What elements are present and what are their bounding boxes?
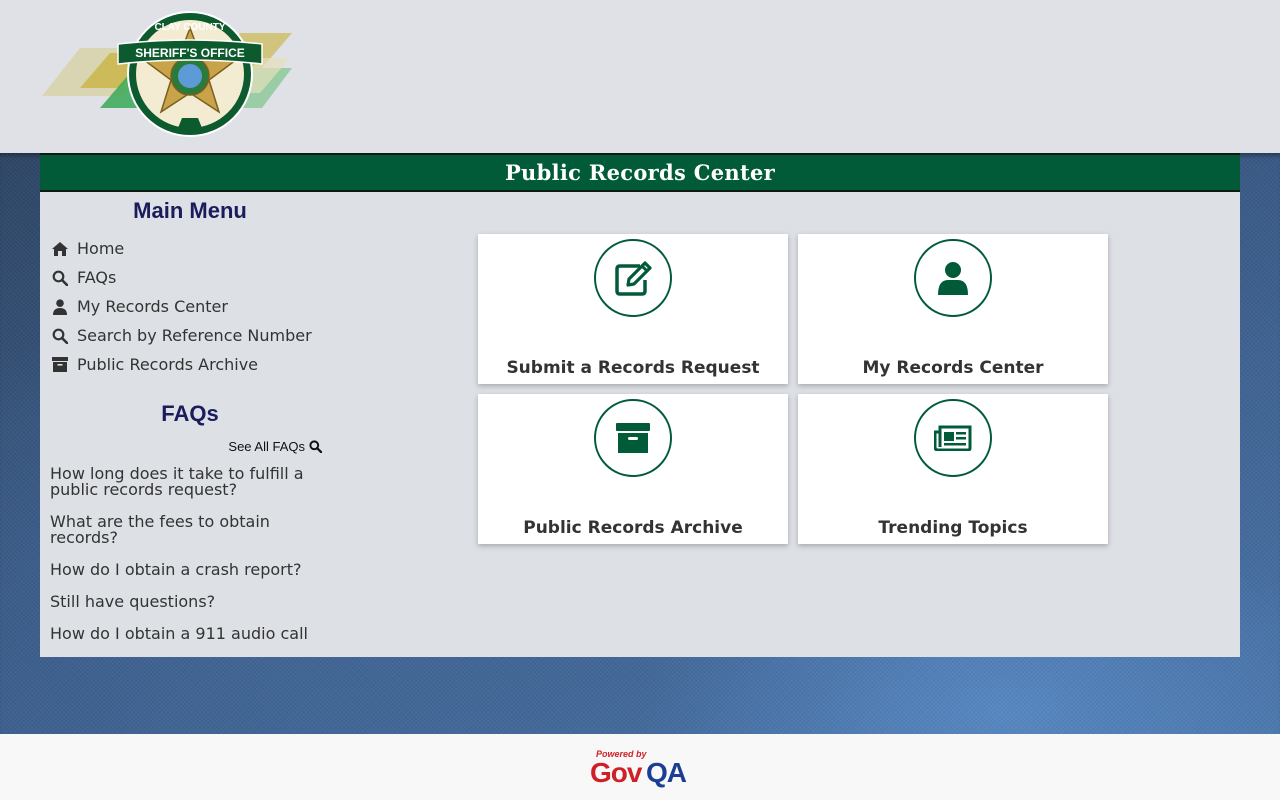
menu-item-faqs[interactable]: FAQs (50, 263, 340, 292)
header-band: SHERIFF'S OFFICE CLAY COUNTY (0, 0, 1280, 153)
edit-icon (615, 261, 652, 296)
user-icon (50, 297, 70, 317)
user-icon (938, 262, 968, 295)
page-title: Public Records Center (504, 160, 776, 185)
icon-circle (914, 399, 992, 477)
govqa-logo[interactable]: Powered by Gov QA (588, 748, 692, 788)
sidebar: Main Menu Home FAQs My Records Center Se… (50, 198, 340, 658)
logo-top-text: CLAY COUNTY (154, 22, 225, 33)
menu-item-my-records-center[interactable]: My Records Center (50, 292, 340, 321)
faq-item[interactable]: Still have questions? (50, 594, 330, 610)
archive-icon (616, 423, 650, 453)
menu-item-label: Search by Reference Number (77, 326, 312, 345)
title-bar: Public Records Center (40, 153, 1240, 192)
sheriff-badge-logo[interactable]: SHERIFF'S OFFICE CLAY COUNTY (40, 8, 300, 140)
faq-item[interactable]: How do I obtain a 911 audio call (50, 626, 330, 642)
icon-circle (594, 239, 672, 317)
faq-list: How long does it take to fulfill a publi… (50, 466, 330, 642)
faq-item[interactable]: How do I obtain a crash report? (50, 562, 330, 578)
see-all-faqs-label: See All FAQs (228, 439, 305, 454)
footer: Powered by Gov QA (0, 734, 1280, 800)
main-panel: Public Records Center Main Menu Home FAQ… (40, 153, 1240, 657)
card-label: My Records Center (862, 358, 1044, 378)
search-icon (50, 326, 70, 346)
main-menu: Home FAQs My Records Center Search by Re… (50, 234, 340, 379)
main-menu-title: Main Menu (133, 198, 247, 223)
home-icon (50, 239, 70, 259)
see-all-faqs-link[interactable]: See All FAQs (50, 439, 322, 454)
archive-icon (50, 355, 70, 375)
card-label: Submit a Records Request (506, 358, 760, 378)
menu-item-search-by-reference[interactable]: Search by Reference Number (50, 321, 340, 350)
menu-item-label: Public Records Archive (77, 355, 259, 374)
faqs-title: FAQs (161, 401, 219, 426)
faq-item[interactable]: How long does it take to fulfill a publi… (50, 466, 330, 498)
card-label: Trending Topics (878, 518, 1028, 538)
brand-qa-text: QA (646, 757, 687, 788)
logo-banner-text: SHERIFF'S OFFICE (135, 46, 245, 60)
icon-circle (914, 239, 992, 317)
newspaper-icon (934, 425, 972, 451)
card-public-records-archive[interactable]: Public Records Archive (478, 394, 788, 544)
search-icon (309, 440, 322, 453)
card-submit-records-request[interactable]: Submit a Records Request (478, 234, 788, 384)
card-my-records-center[interactable]: My Records Center (798, 234, 1108, 384)
icon-circle (594, 399, 672, 477)
brand-gov-text: Gov (590, 757, 642, 788)
menu-item-label: My Records Center (77, 297, 228, 316)
search-icon (50, 268, 70, 288)
faq-item[interactable]: What are the fees to obtain records? (50, 514, 330, 546)
card-trending-topics[interactable]: Trending Topics (798, 394, 1108, 544)
menu-item-home[interactable]: Home (50, 234, 340, 263)
menu-item-label: Home (77, 239, 125, 258)
menu-item-label: FAQs (77, 268, 117, 287)
card-label: Public Records Archive (523, 518, 743, 538)
menu-item-public-records-archive[interactable]: Public Records Archive (50, 350, 340, 379)
